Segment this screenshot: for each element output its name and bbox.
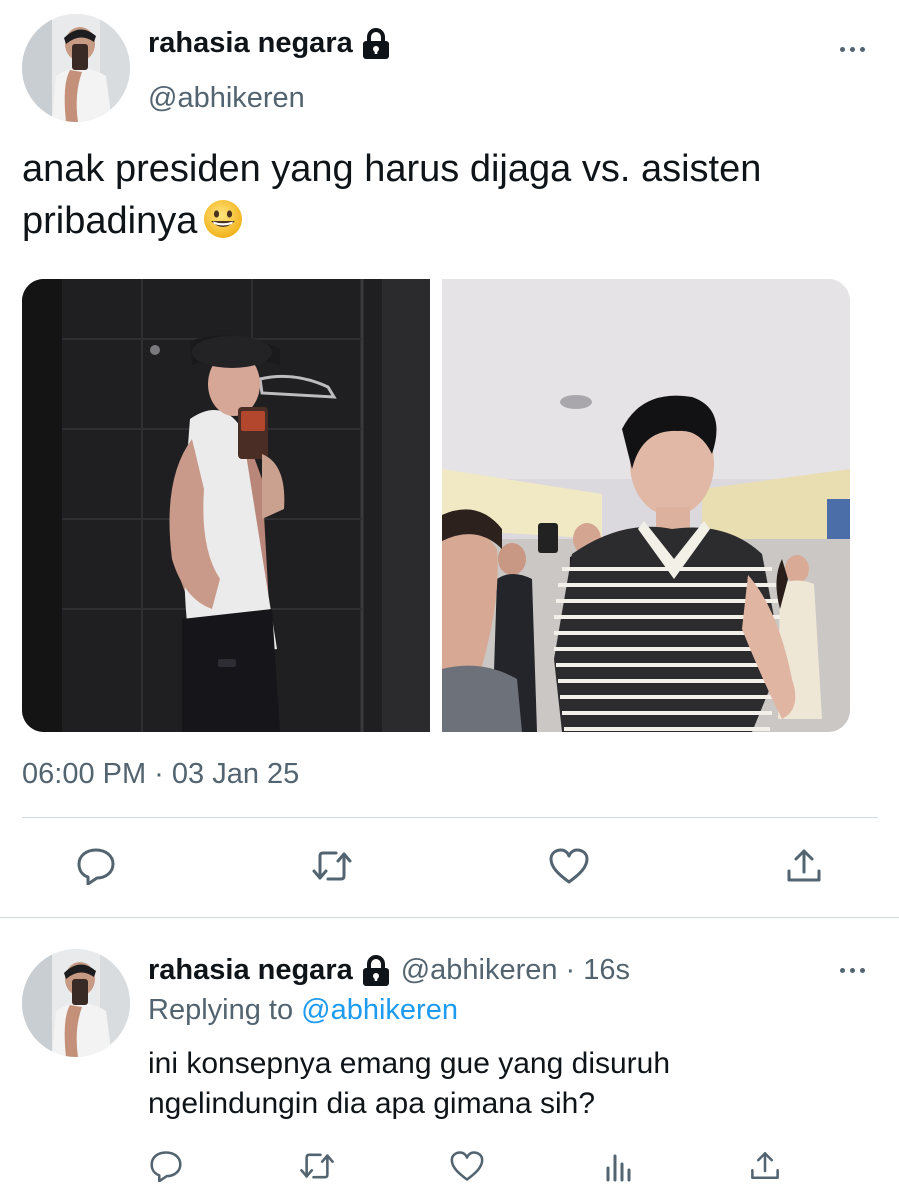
author-avatar[interactable] (22, 14, 130, 122)
more-options-button[interactable] (840, 47, 865, 52)
like-button[interactable] (545, 846, 593, 890)
author-handle[interactable]: @abhikeren (148, 82, 305, 115)
media-photo-2[interactable] (442, 279, 850, 732)
tweet-text-line2: pribadinya (22, 200, 198, 242)
reply-time[interactable]: 16s (583, 954, 630, 987)
analytics-icon (602, 1150, 634, 1187)
more-icon (840, 47, 845, 52)
replying-to-label: Replying to (148, 994, 294, 1026)
reply-text-line1: ini konsepnya emang gue yang disuruh (148, 1047, 671, 1080)
reply-icon (149, 1150, 183, 1187)
like-icon (548, 847, 590, 890)
reply-author-avatar[interactable] (22, 949, 130, 1057)
reply-analytics-button[interactable] (598, 1148, 638, 1188)
replying-to: Replying to @abhikeren (148, 994, 458, 1027)
reply-reply-button[interactable] (146, 1148, 186, 1188)
reply-time-separator: · (565, 954, 576, 986)
like-icon (449, 1150, 485, 1187)
share-button[interactable] (780, 846, 828, 890)
reply-more-options-button[interactable] (840, 968, 865, 973)
retweet-icon (298, 1150, 336, 1187)
reply-text: ini konsepnya emang gue yang disuruh nge… (148, 1044, 848, 1124)
lock-icon (361, 27, 391, 60)
reply-handle[interactable]: @abhikeren (401, 954, 558, 987)
grinning-face-emoji (203, 199, 243, 253)
retweet-icon (310, 848, 354, 889)
tweet-media (22, 279, 850, 732)
reply-button[interactable] (72, 846, 120, 890)
lock-icon (361, 954, 391, 987)
share-icon (749, 1150, 781, 1187)
author-display-name[interactable]: rahasia negara (148, 27, 353, 60)
reply-icon (76, 847, 116, 890)
media-photo-1[interactable] (22, 279, 430, 732)
retweet-button[interactable] (308, 846, 356, 890)
reply-text-line2: ngelindungin dia apa gimana sih? (148, 1087, 596, 1120)
share-icon (785, 847, 823, 890)
tweet-text: anak presiden yang harus dijaga vs. asis… (22, 143, 892, 253)
reply-display-name[interactable]: rahasia negara (148, 954, 353, 987)
replying-to-mention[interactable]: @abhikeren (301, 994, 458, 1026)
more-icon (840, 968, 845, 973)
divider (0, 917, 899, 918)
tweet-timestamp[interactable]: 06:00 PM · 03 Jan 25 (22, 758, 299, 791)
reply-retweet-button[interactable] (295, 1148, 339, 1188)
reply-share-button[interactable] (745, 1148, 785, 1188)
tweet-text-line1: anak presiden yang harus dijaga vs. asis… (22, 148, 762, 190)
reply-like-button[interactable] (446, 1148, 488, 1188)
divider (22, 817, 878, 818)
